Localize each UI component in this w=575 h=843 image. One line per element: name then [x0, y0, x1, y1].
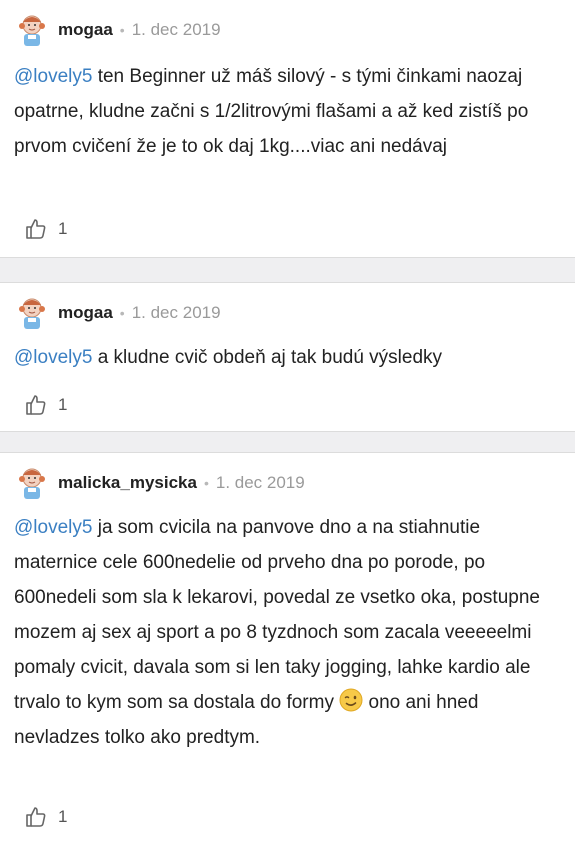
comment-text: @lovely5 ten Beginner už máš silový - s … [14, 59, 565, 164]
comment-date: 1. dec 2019 [215, 473, 305, 492]
meta-separator: • [119, 305, 125, 321]
meta-separator: • [119, 22, 125, 38]
comment-card: mogaa • 1. dec 2019 @lovely5 ten Beginne… [0, 0, 575, 257]
comment-header: mogaa • 1. dec 2019 [14, 12, 221, 48]
mention-link[interactable]: @lovely5 [14, 347, 92, 368]
comment-gap [0, 258, 575, 282]
like-count: 1 [58, 219, 68, 238]
comment-date: 1. dec 2019 [131, 303, 221, 322]
like-button[interactable]: 1 [24, 393, 67, 417]
avatar[interactable] [14, 295, 50, 331]
avatar[interactable] [14, 12, 50, 48]
thumbs-up-icon [26, 807, 46, 827]
comment-body: ten Beginner už máš silový - s tými čink… [14, 66, 529, 157]
comment-body: a kludne cvič obdeň aj tak budú výsledky [92, 347, 443, 368]
avatar[interactable] [14, 465, 50, 501]
username[interactable]: mogaa [58, 20, 113, 40]
username[interactable]: malicka_mysicka [58, 473, 197, 493]
like-button[interactable]: 1 [24, 805, 67, 829]
comment-card: malicka_mysicka • 1. dec 2019 @lovely5 j… [0, 453, 575, 843]
comment-text: @lovely5 ja som cvicila na panvove dno a… [14, 510, 565, 755]
thumbs-up-icon [26, 395, 46, 415]
like-button[interactable]: 1 [24, 217, 67, 241]
comment-body: ja som cvicila na panvove dno a na stiah… [14, 517, 540, 713]
like-count: 1 [58, 807, 68, 826]
mention-link[interactable]: @lovely5 [14, 517, 92, 538]
mention-link[interactable]: @lovely5 [14, 66, 92, 87]
comment-gap [0, 432, 575, 452]
thumbs-up-icon [26, 219, 46, 239]
comment-text: @lovely5 a kludne cvič obdeň aj tak budú… [14, 340, 565, 375]
comment-card: mogaa • 1. dec 2019 @lovely5 a kludne cv… [0, 283, 575, 431]
comment-header: malicka_mysicka • 1. dec 2019 [14, 465, 305, 501]
meta-separator: • [203, 475, 209, 491]
wink-emoji-icon [339, 688, 363, 712]
like-count: 1 [58, 395, 68, 414]
comment-header: mogaa • 1. dec 2019 [14, 295, 221, 331]
comment-date: 1. dec 2019 [131, 20, 221, 39]
username[interactable]: mogaa [58, 303, 113, 323]
